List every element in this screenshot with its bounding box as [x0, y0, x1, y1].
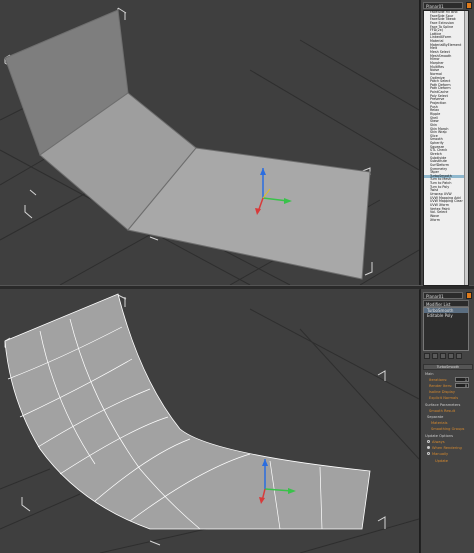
- remove-modifier-icon[interactable]: [448, 353, 454, 359]
- smooth-result-checkbox[interactable]: Smooth Result: [429, 409, 455, 413]
- when-rendering-radio[interactable]: [427, 446, 430, 449]
- materials-checkbox[interactable]: Materials: [431, 421, 447, 425]
- pin-stack-icon[interactable]: [424, 353, 430, 359]
- object-name-dropdown-2[interactable]: Planar01: [423, 292, 463, 299]
- modifier-list-scrollbar[interactable]: [464, 11, 468, 285]
- always-label: Always: [432, 440, 445, 444]
- update-button[interactable]: Update: [435, 459, 448, 463]
- object-color-swatch[interactable]: [466, 2, 472, 9]
- render-iters-label: Render Iters:: [429, 384, 453, 388]
- iterations-spinner[interactable]: 1: [455, 377, 469, 382]
- modifier-list[interactable]: FaceSide Fill Bnd FaceSide Spur FaceSide T…: [423, 10, 469, 286]
- when-rendering-label: When Rendering: [432, 446, 462, 450]
- command-panel-bottom: Planar01 Modifier List TurboSmooth Edita…: [420, 289, 474, 553]
- always-radio[interactable]: [427, 440, 430, 443]
- show-end-result-icon[interactable]: [432, 353, 438, 359]
- object-color-swatch-2[interactable]: [466, 292, 472, 299]
- render-iters-spinner[interactable]: 0: [455, 383, 469, 388]
- modifier-list-dropdown[interactable]: Modifier List: [423, 300, 469, 307]
- mesh-bottom[interactable]: [4, 293, 371, 530]
- mesh-top[interactable]: [4, 9, 371, 280]
- viewport-top-canvas: [0, 7, 419, 285]
- viewport-bottom-canvas: [0, 293, 419, 553]
- update-options-label: Update Options: [425, 434, 454, 438]
- object-name-dropdown[interactable]: Planar01: [423, 2, 463, 9]
- surface-parameters-label: Surface Parameters: [425, 403, 461, 407]
- modifier-list-item[interactable]: Xform: [424, 218, 468, 223]
- isoline-display-checkbox[interactable]: Isoline Display: [429, 390, 455, 394]
- viewport-bottom[interactable]: [0, 289, 419, 553]
- stack-item-editable-poly[interactable]: Editable Poly: [424, 313, 468, 318]
- viewport-top[interactable]: [0, 0, 419, 285]
- modifier-stack[interactable]: TurboSmooth Editable Poly: [423, 307, 469, 351]
- turbosmooth-rollout[interactable]: TurboSmooth: [423, 364, 473, 370]
- separate-label: Separate: [427, 415, 444, 419]
- manually-radio[interactable]: [427, 452, 430, 455]
- make-unique-icon[interactable]: [440, 353, 446, 359]
- main-group-label: Main: [425, 372, 434, 376]
- manually-label: Manually: [432, 452, 449, 456]
- command-panel-top: Planar01 FaceSide Fill Bnd FaceSide Spur F…: [420, 0, 474, 286]
- smoothing-groups-checkbox[interactable]: Smoothing Groups: [431, 427, 464, 431]
- explicit-normals-checkbox[interactable]: Explicit Normals: [429, 396, 458, 400]
- iterations-label: Iterations:: [429, 378, 448, 382]
- configure-sets-icon[interactable]: [456, 353, 462, 359]
